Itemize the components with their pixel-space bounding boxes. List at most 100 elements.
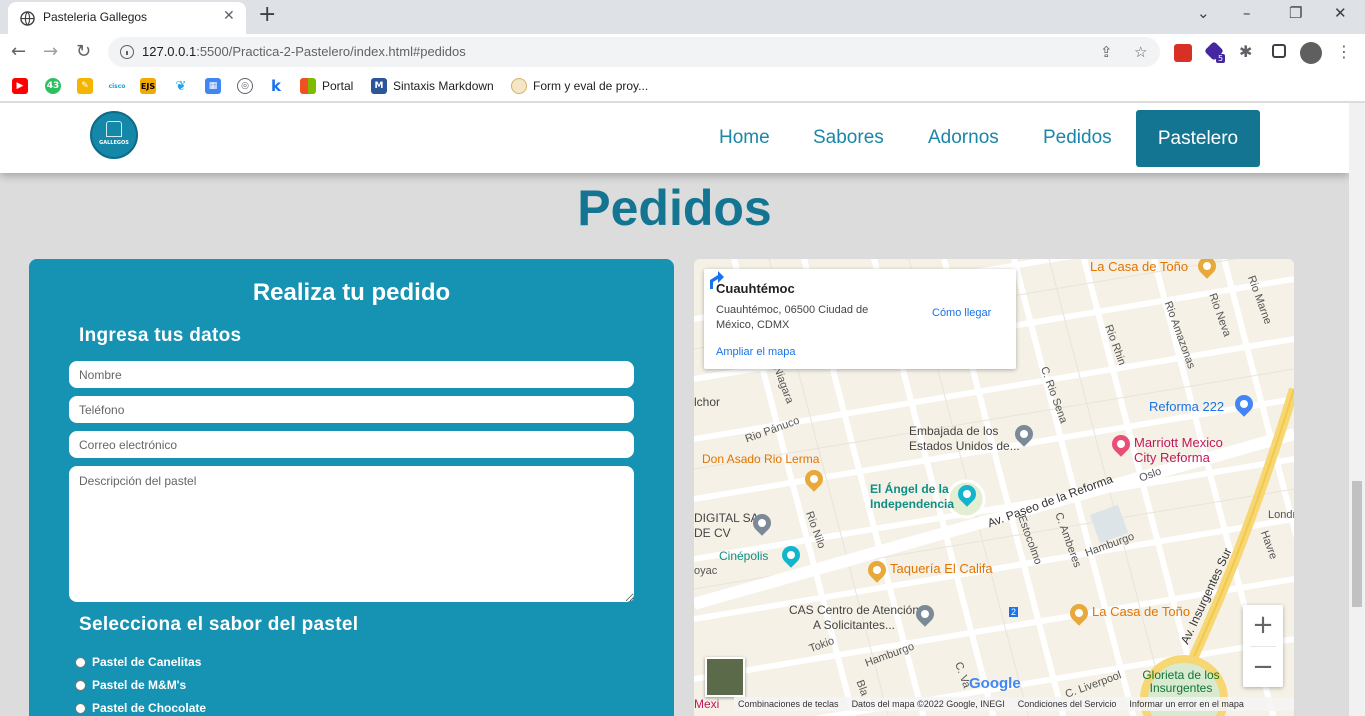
place-card: Cuauhtémoc Cuauhtémoc, 06500 Ciudad de M…	[704, 269, 1016, 369]
markdown-icon: M	[371, 78, 387, 94]
order-form: Realiza tu pedido Ingresa tus datos Sele…	[29, 259, 674, 716]
pdf-extension-icon[interactable]	[1174, 44, 1192, 62]
sabor-option[interactable]: Pastel de Canelitas	[75, 655, 201, 669]
new-tab-icon[interactable]: +	[258, 2, 276, 27]
bookmark-portal[interactable]: Portal	[300, 78, 353, 94]
close-window-icon[interactable]: ✕	[1334, 4, 1347, 22]
poi-angel[interactable]: El Ángel de la Independencia	[870, 482, 970, 512]
nav-sabores[interactable]: Sabores	[813, 127, 884, 149]
nav-pedidos[interactable]: Pedidos	[1043, 127, 1112, 149]
telefono-input[interactable]	[69, 396, 634, 423]
scrollbar-thumb[interactable]	[1352, 481, 1362, 607]
extension-badge: 5	[1216, 54, 1226, 63]
globe-icon	[20, 11, 35, 26]
poi-casa-tono[interactable]: La Casa de Toño	[1090, 259, 1188, 274]
browser-tab[interactable]: Pasteleria Gallegos ✕	[8, 2, 246, 34]
site-navbar: GALLEGOS Home Sabores Adornos Pedidos Pa…	[0, 103, 1349, 173]
zoom-in-button[interactable]: +	[1243, 605, 1283, 645]
tab-title: Pasteleria Gallegos	[43, 10, 148, 24]
site-info-icon[interactable]	[120, 45, 134, 59]
map-data-text: Datos del mapa ©2022 Google, INEGI	[851, 699, 1005, 709]
enlarge-map-link[interactable]: Ampliar el mapa	[716, 346, 795, 358]
bookmark-label: Form y eval de proy...	[533, 79, 649, 93]
radio-button[interactable]	[75, 702, 86, 714]
profile-avatar[interactable]	[1300, 42, 1322, 64]
directions-icon[interactable]	[704, 269, 726, 291]
minimize-icon[interactable]: –	[1243, 4, 1251, 22]
page-scrollbar[interactable]	[1349, 103, 1365, 716]
google-logo-text: Google	[969, 675, 1021, 692]
calendar-icon: ▦	[205, 78, 221, 94]
bookmark-star-icon[interactable]: ☆	[1134, 43, 1147, 61]
poi-glorieta[interactable]: Glorieta de los Insurgentes	[1131, 669, 1231, 695]
sabor-option[interactable]: Pastel de Chocolate	[75, 701, 206, 715]
bookmark-pencil[interactable]: ✎	[77, 78, 93, 94]
bookmark-calendar[interactable]: ▦	[205, 78, 221, 94]
bookmark-k[interactable]: k	[268, 77, 284, 95]
menu-dots-icon[interactable]: ⋮	[1336, 42, 1352, 61]
bookmark-label: Portal	[322, 79, 354, 93]
radio-button[interactable]	[75, 679, 86, 691]
site-logo[interactable]: GALLEGOS	[90, 111, 138, 159]
street-label: Londr	[1268, 509, 1294, 521]
satellite-toggle[interactable]	[705, 657, 745, 697]
bookmark-youtube[interactable]: ▶	[12, 78, 28, 94]
tab-search-icon[interactable]: ⌄	[1197, 4, 1210, 22]
cisco-icon: cisco	[109, 78, 125, 94]
poi-reforma222[interactable]: Reforma 222	[1149, 399, 1224, 414]
bookmark-twitter[interactable]: ❦	[173, 78, 189, 94]
correo-input[interactable]	[69, 431, 634, 458]
poi-embajada[interactable]: Embajada de los Estados Unidos de...	[909, 424, 1029, 454]
metro-badge: 2	[1009, 607, 1019, 617]
cake-icon	[106, 121, 122, 137]
nav-pastelero[interactable]: Pastelero	[1136, 110, 1260, 167]
poi-cinepolis[interactable]: Cinépolis	[719, 549, 768, 563]
bookmark-form[interactable]: Form y eval de proy...	[511, 78, 648, 94]
poi-casa-tono-2[interactable]: La Casa de Toño	[1092, 604, 1190, 619]
microsoft-icon	[300, 78, 316, 94]
close-tab-icon[interactable]: ✕	[223, 8, 235, 24]
browser-toolbar: ← → ↻ 127.0.0.1:5500/Practica-2-Pasteler…	[0, 34, 1365, 70]
poi-marriott[interactable]: Marriott Mexico City Reforma	[1134, 435, 1244, 465]
back-icon[interactable]: ←	[11, 41, 26, 62]
descripcion-textarea[interactable]	[69, 466, 634, 602]
share-icon[interactable]: ⇪	[1100, 43, 1113, 61]
reload-icon[interactable]: ↻	[76, 41, 91, 62]
bookmarks-bar: ▶ 43 ✎ cisco EJS ❦ ▦ ◎ k Portal M Sintax…	[0, 70, 1365, 102]
nav-adornos[interactable]: Adornos	[928, 127, 999, 149]
sabor-option[interactable]: Pastel de M&M's	[75, 678, 186, 692]
poi-don-asado[interactable]: Don Asado Rio Lerma	[702, 452, 819, 466]
forward-icon[interactable]: →	[43, 41, 58, 62]
bookmark-markdown[interactable]: M Sintaxis Markdown	[371, 78, 494, 94]
restore-icon[interactable]: ❐	[1289, 4, 1302, 22]
address-bar[interactable]: 127.0.0.1:5500/Practica-2-Pastelero/inde…	[108, 37, 1160, 67]
sabor-label: Pastel de M&M's	[92, 678, 187, 692]
poi-taqueria[interactable]: Taquería El Califa	[890, 561, 993, 576]
bookmark-compass[interactable]: ◎	[237, 78, 253, 94]
nombre-input[interactable]	[69, 361, 634, 388]
section-title: Pedidos	[577, 180, 772, 236]
terms-link[interactable]: Condiciones del Servicio	[1018, 699, 1117, 709]
bookmark-ejs[interactable]: EJS	[140, 78, 156, 94]
bookmark-43[interactable]: 43	[45, 78, 61, 94]
place-address: Cuauhtémoc, 06500 Ciudad de México, CDMX	[716, 304, 869, 331]
zoom-out-button[interactable]: −	[1243, 647, 1283, 687]
logo-text: GALLEGOS	[99, 140, 129, 146]
nav-home[interactable]: Home	[719, 127, 770, 149]
directions-link[interactable]: Cómo llegar	[932, 307, 991, 319]
radio-button[interactable]	[75, 656, 86, 668]
bookmark-label: Sintaxis Markdown	[393, 79, 494, 93]
google-map[interactable]: Cuauhtémoc Cuauhtémoc, 06500 Ciudad de M…	[694, 259, 1294, 716]
street-label: lchor	[694, 395, 721, 409]
url-text[interactable]: 127.0.0.1:5500/Practica-2-Pastelero/inde…	[142, 44, 466, 59]
page-viewport: GALLEGOS Home Sabores Adornos Pedidos Pa…	[0, 103, 1349, 716]
side-panel-icon[interactable]	[1272, 44, 1286, 58]
place-title: Cuauhtémoc	[716, 281, 795, 296]
street-label: Mexi	[694, 697, 720, 711]
poi-cas[interactable]: CAS Centro de Atención A Solicitantes...	[784, 603, 924, 633]
report-error-link[interactable]: Informar un error en el mapa	[1129, 699, 1244, 709]
extensions-puzzle-icon[interactable]: ✱	[1239, 42, 1252, 61]
ejs-icon: EJS	[140, 78, 156, 94]
bookmark-cisco[interactable]: cisco	[109, 78, 125, 94]
keyboard-shortcuts-link[interactable]: Combinaciones de teclas	[738, 699, 839, 709]
